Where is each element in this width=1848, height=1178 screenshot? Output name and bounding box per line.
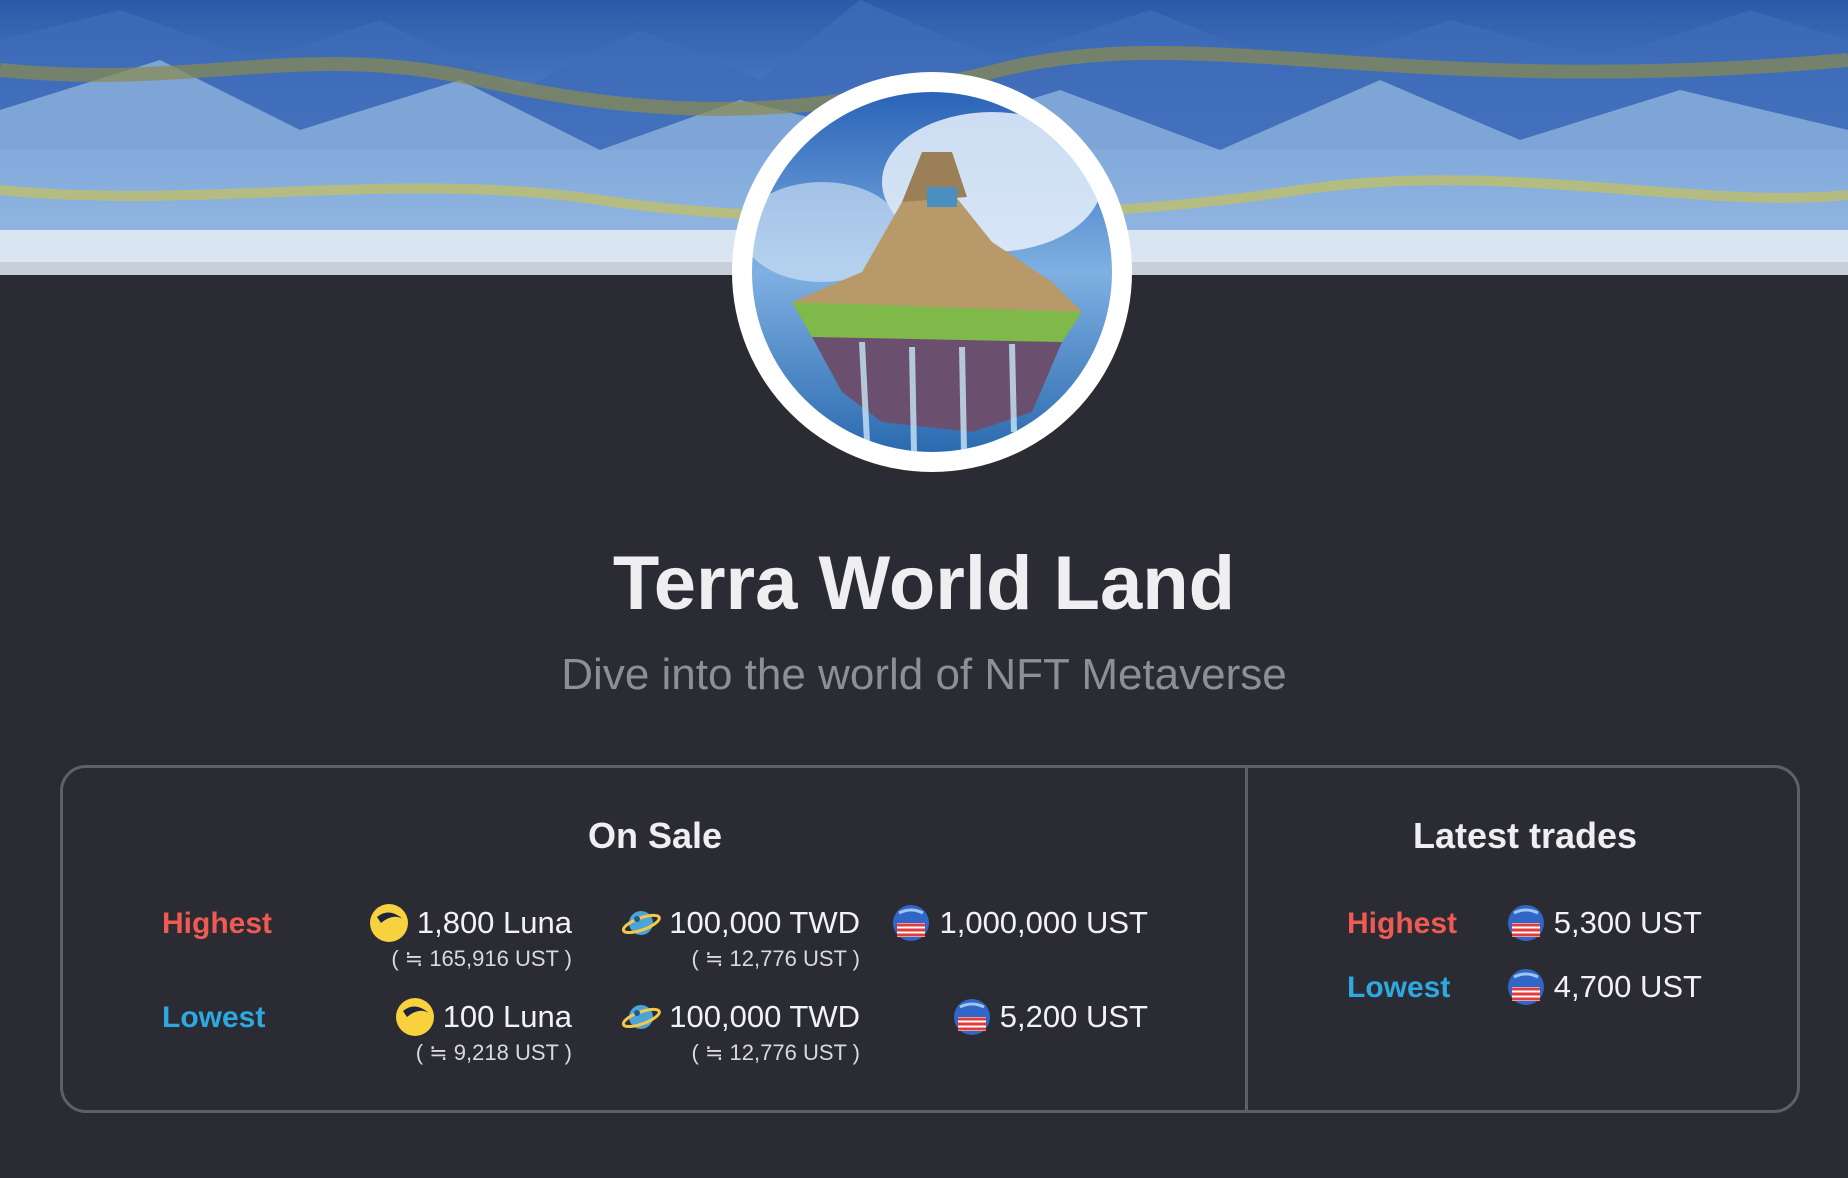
- latest-trades-title: Latest trades: [1412, 815, 1638, 856]
- luna-coin-icon: [395, 998, 434, 1036]
- latest-trades-lowest-label: Lowest: [1347, 971, 1451, 1004]
- on-sale-lowest-twd-value: 100,000 TWD: [669, 999, 860, 1034]
- on-sale-lowest-ust-value: 5,200 UST: [999, 999, 1148, 1034]
- luna-coin-icon: [369, 904, 408, 942]
- collection-avatar: [732, 72, 1132, 472]
- collection-subtitle: Dive into the world of NFT Metaverse: [561, 650, 1287, 699]
- on-sale-lowest-twd-approx: ( ≒ 12,776 UST ): [691, 1040, 860, 1065]
- latest-trades-lowest-amount: 4,700 UST: [1553, 969, 1702, 1004]
- latest-trades-highest-value: 5,300 UST: [1490, 903, 1702, 943]
- ust-flag-globe-icon: [1507, 905, 1544, 941]
- on-sale-highest-ust: 1,000,000 UST: [890, 903, 1148, 943]
- on-sale-highest-ust-value: 1,000,000 UST: [939, 905, 1148, 940]
- latest-trades-highest-label: Highest: [1347, 907, 1458, 940]
- on-sale-highest-luna-approx: ( ≒ 165,916 UST ): [391, 946, 572, 971]
- planet-twd-icon: [622, 911, 662, 935]
- on-sale-lowest-luna: 100 Luna: [360, 997, 572, 1037]
- on-sale-lowest-twd: 100,000 TWD: [610, 997, 860, 1037]
- collection-title: Terra World Land: [612, 541, 1236, 626]
- on-sale-highest-twd: 100,000 TWD: [610, 903, 860, 943]
- ust-flag-globe-icon: [953, 999, 990, 1035]
- on-sale-lowest-label: Lowest: [162, 1001, 266, 1034]
- latest-trades-highest-amount: 5,300 UST: [1553, 905, 1702, 940]
- on-sale-highest-luna: 1,800 Luna: [360, 903, 572, 943]
- on-sale-highest-twd-value: 100,000 TWD: [669, 905, 860, 940]
- stats-divider: [1245, 768, 1248, 1110]
- ust-flag-globe-icon: [1507, 969, 1544, 1005]
- on-sale-highest-label: Highest: [162, 907, 273, 940]
- latest-trades-lowest-value: 4,700 UST: [1490, 967, 1702, 1007]
- ust-flag-globe-icon: [893, 905, 930, 941]
- on-sale-title: On Sale: [587, 815, 723, 856]
- planet-twd-icon: [622, 1005, 662, 1029]
- on-sale-lowest-luna-value: 100 Luna: [442, 999, 572, 1034]
- on-sale-lowest-luna-approx: ( ≒ 9,218 UST ): [415, 1040, 572, 1065]
- on-sale-highest-twd-approx: ( ≒ 12,776 UST ): [691, 946, 860, 971]
- on-sale-highest-luna-value: 1,800 Luna: [416, 905, 572, 940]
- on-sale-lowest-ust: 5,200 UST: [890, 997, 1148, 1037]
